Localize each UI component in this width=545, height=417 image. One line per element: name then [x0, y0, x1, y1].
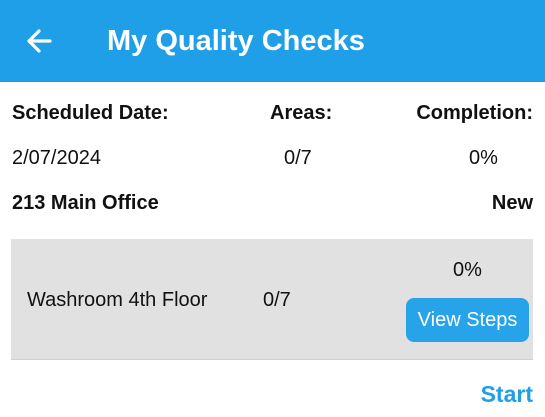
arrow-left-icon	[27, 29, 52, 53]
completion-label: Completion:	[416, 102, 533, 124]
completion-value: 0%	[469, 147, 498, 169]
scheduled-date-value: 2/07/2024	[12, 147, 101, 169]
areas-value: 0/7	[284, 147, 312, 169]
start-button[interactable]: Start	[481, 381, 533, 407]
location-name: 213 Main Office	[12, 192, 159, 214]
area-name: Washroom 4th Floor	[27, 289, 208, 311]
area-progress: 0/7	[263, 289, 291, 311]
areas-label: Areas:	[270, 102, 333, 124]
location-status: New	[491, 192, 533, 214]
app-bar: My Quality Checks	[0, 0, 545, 82]
view-steps-button[interactable]: View Steps	[406, 298, 529, 342]
page-title: My Quality Checks	[107, 25, 365, 57]
scheduled-date-label: Scheduled Date:	[12, 102, 169, 124]
area-row[interactable]: Washroom 4th Floor 0/7 0% View Steps	[11, 239, 533, 360]
area-completion: 0%	[453, 259, 482, 281]
back-button[interactable]	[20, 22, 58, 60]
